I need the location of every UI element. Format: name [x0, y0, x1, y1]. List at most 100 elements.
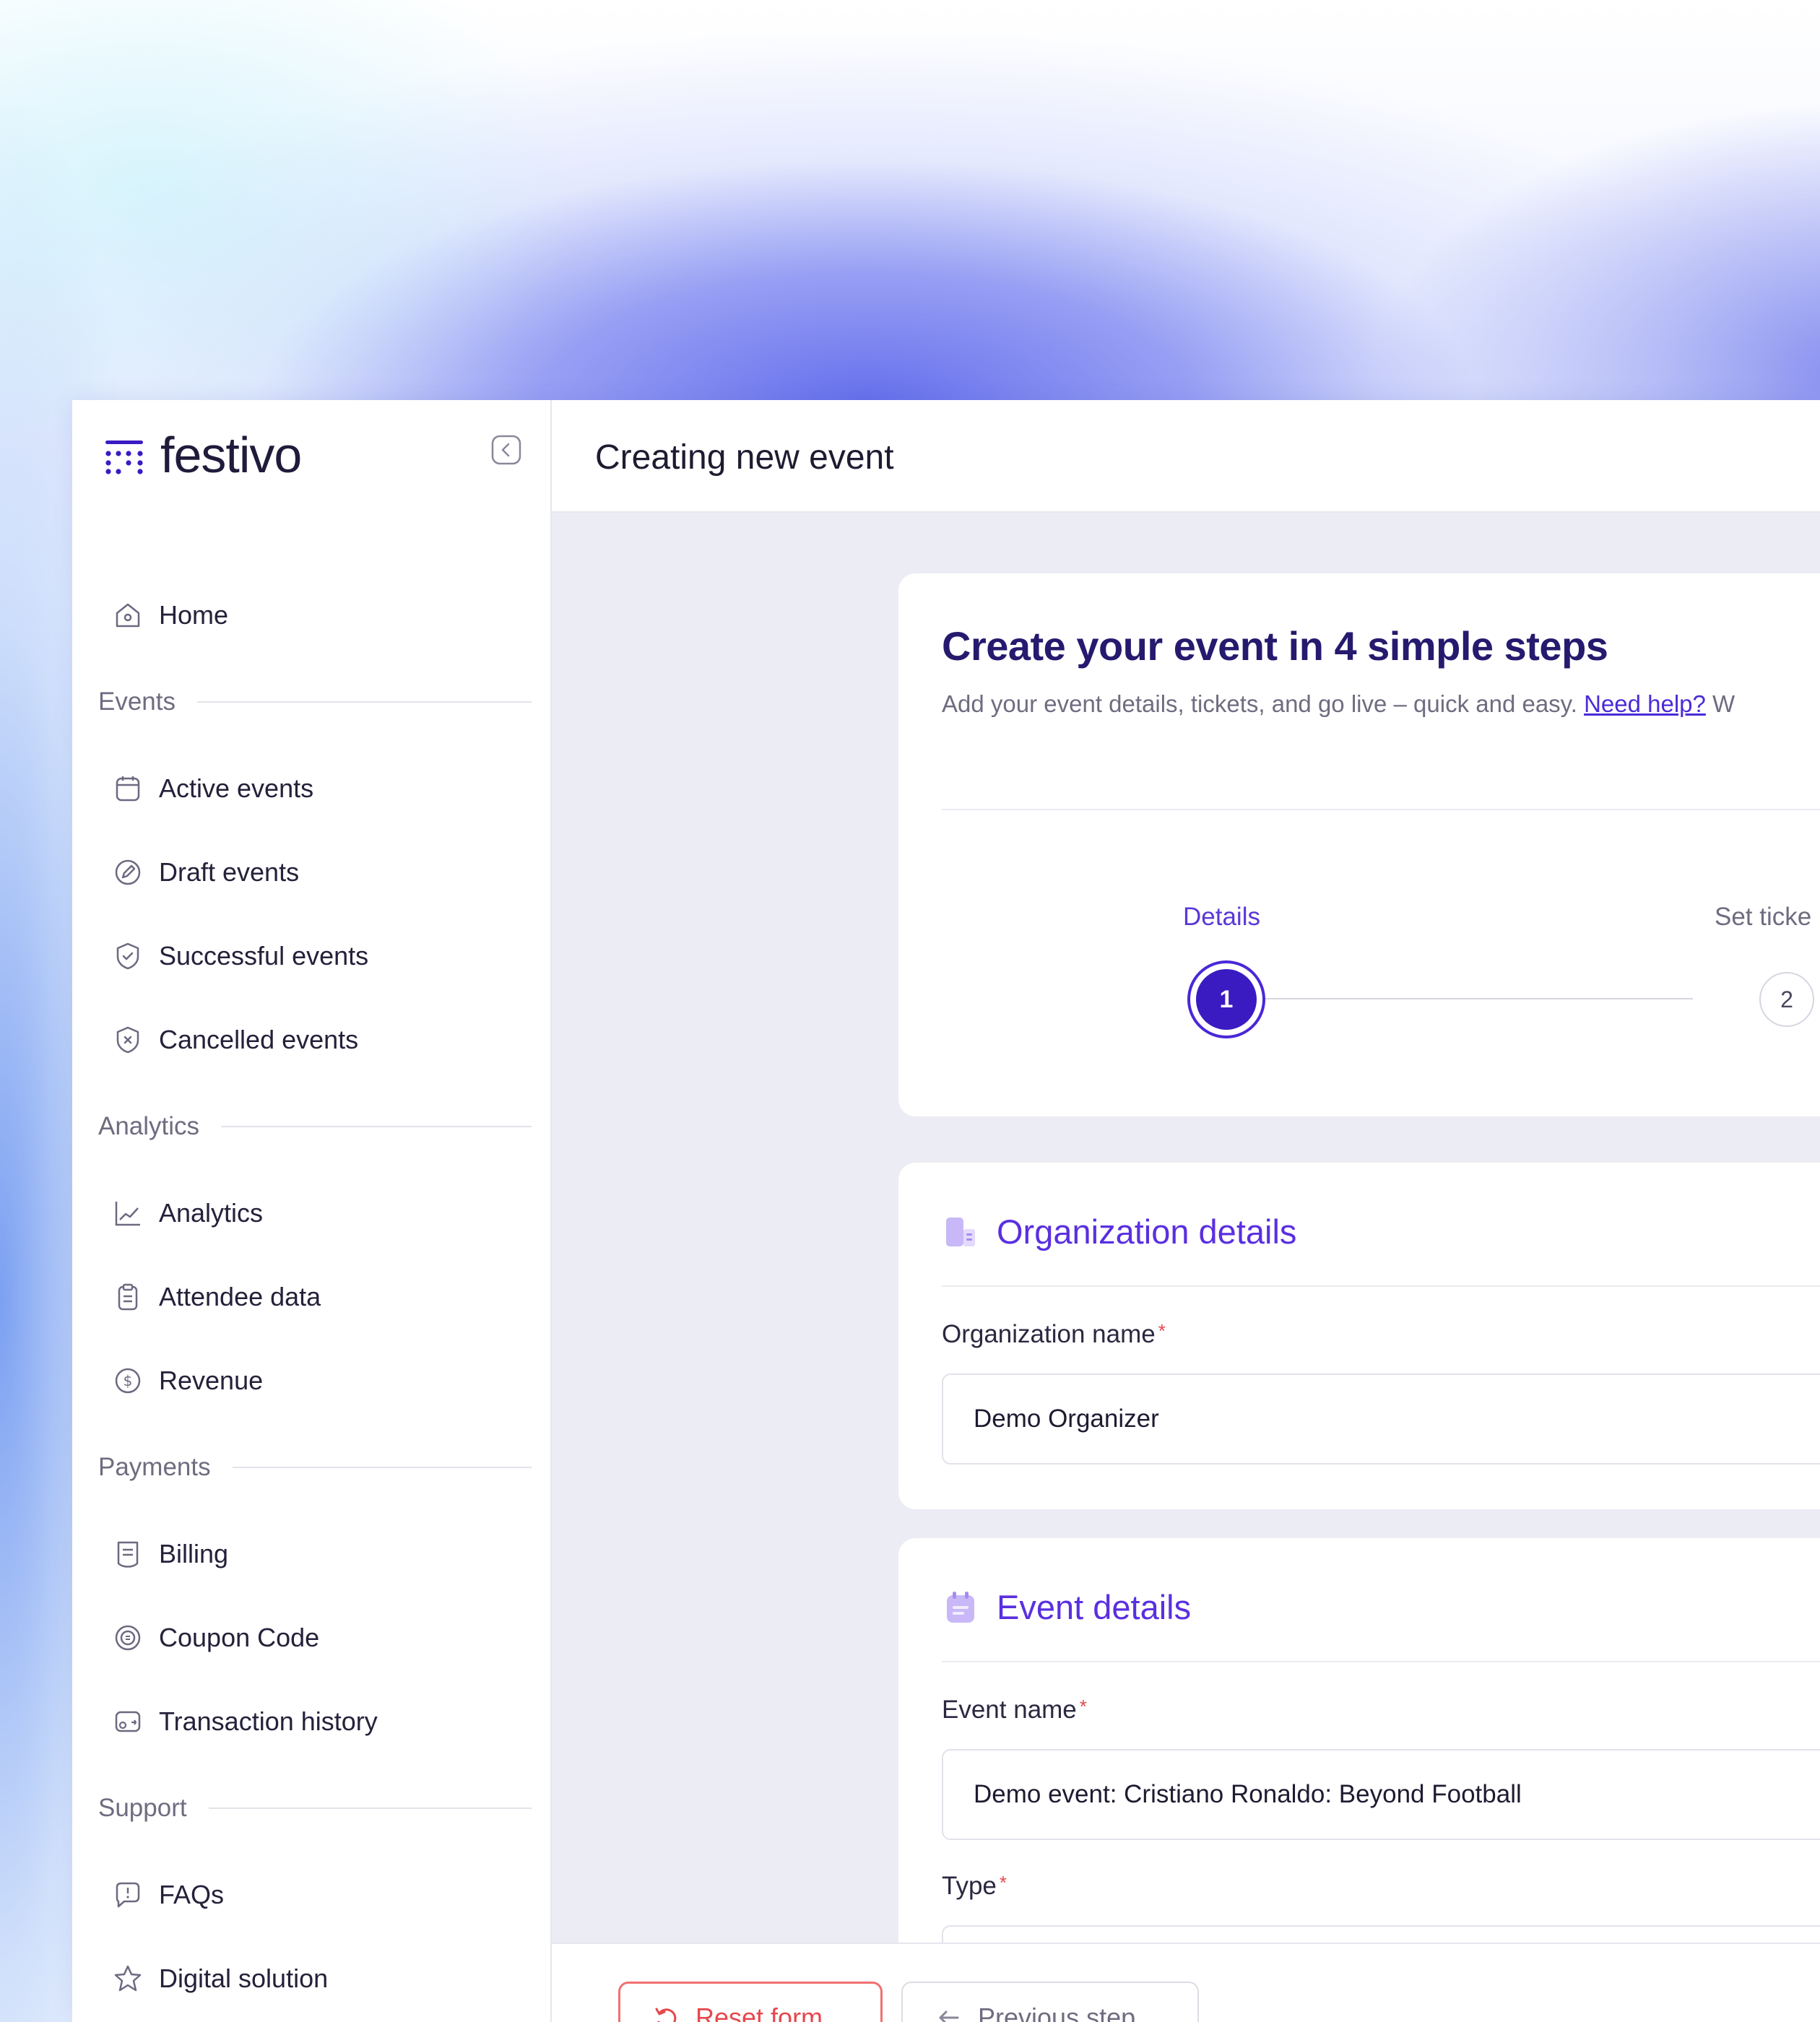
sidebar-item-label: Home — [159, 600, 229, 630]
dollar-icon: $ — [115, 1368, 141, 1394]
transaction-icon — [115, 1711, 141, 1732]
divider — [942, 1285, 1820, 1287]
event-header: Event details — [942, 1587, 1191, 1627]
required-asterisk: * — [1158, 1320, 1166, 1342]
organization-name-input[interactable]: Demo Organizer — [942, 1374, 1820, 1465]
step-1-indicator[interactable]: 1 — [1187, 960, 1265, 1038]
event-name-value: Demo event: Cristiano Ronaldo: Beyond Fo… — [974, 1780, 1522, 1808]
sidebar-item-label: Cancelled events — [159, 1025, 359, 1054]
type-label-text: Type — [942, 1872, 997, 1900]
sidebar-item-transaction-history[interactable]: Transaction history — [98, 1680, 532, 1763]
top-bar: Creating new event — [552, 400, 1820, 513]
svg-text:$: $ — [124, 1372, 133, 1389]
sidebar-item-label: Transaction history — [159, 1706, 378, 1736]
wizard-title: Create your event in 4 simple steps — [942, 623, 1608, 669]
sidebar-item-digital-solution[interactable]: Digital solution — [98, 1937, 532, 2021]
sidebar-item-faqs[interactable]: FAQs — [98, 1853, 532, 1937]
step-connector — [1260, 998, 1693, 999]
organization-name-value: Demo Organizer — [974, 1405, 1159, 1433]
nav-section-support: Support — [98, 1763, 532, 1853]
sidebar-item-active-events[interactable]: Active events — [98, 747, 532, 830]
wizard-card: Create your event in 4 simple steps Add … — [898, 573, 1820, 1116]
sidebar-nav: Home Events Active events Draft events S… — [98, 573, 532, 2021]
sidebar-item-successful-events[interactable]: Successful events — [98, 914, 532, 998]
sidebar-item-label: Analytics — [159, 1198, 264, 1228]
brand[interactable]: festivo — [104, 426, 302, 484]
required-asterisk: * — [1079, 1696, 1087, 1717]
calendar-filled-icon — [947, 1591, 974, 1623]
nav-section-payments: Payments — [98, 1423, 532, 1512]
star-icon — [114, 1965, 142, 1992]
receipt-icon — [117, 1541, 139, 1568]
sidebar-item-attendee-data[interactable]: Attendee data — [98, 1255, 532, 1339]
chat-question-icon — [116, 1882, 140, 1908]
step-label-details: Details — [1183, 903, 1260, 931]
building-icon — [946, 1217, 975, 1246]
sidebar-item-label: Coupon Code — [159, 1623, 320, 1652]
reset-form-button[interactable]: Reset form — [618, 1982, 883, 2022]
nav-section-title: Payments — [98, 1453, 211, 1481]
organization-card: Organization details Organization name * … — [898, 1163, 1820, 1509]
step-2-indicator[interactable]: 2 — [1759, 972, 1814, 1027]
sidebar-item-label: Active events — [159, 773, 314, 803]
nav-section-analytics: Analytics — [98, 1082, 532, 1171]
previous-step-label: Previous step — [978, 2003, 1136, 2022]
event-name-label-text: Event name — [942, 1696, 1077, 1724]
nav-section-title: Events — [98, 687, 176, 716]
coupon-icon — [115, 1625, 141, 1651]
pencil-icon — [115, 859, 141, 885]
divider — [208, 1808, 532, 1809]
nav-section-title: Analytics — [98, 1112, 200, 1140]
type-label: Type * — [942, 1872, 1007, 1901]
calendar-icon — [116, 776, 140, 802]
organization-title: Organization details — [997, 1212, 1297, 1251]
sidebar-item-cancelled-events[interactable]: Cancelled events — [98, 998, 532, 1082]
nav-section-events: Events — [98, 657, 532, 747]
divider — [942, 809, 1820, 810]
sidebar-item-draft-events[interactable]: Draft events — [98, 830, 532, 914]
step-1-number: 1 — [1196, 969, 1257, 1030]
clipboard-icon — [118, 1283, 138, 1311]
organization-name-label: Organization name * — [942, 1320, 1166, 1349]
arrow-left-icon — [939, 2010, 959, 2022]
sidebar-item-home[interactable]: Home — [98, 573, 532, 657]
line-chart-icon — [115, 1202, 140, 1226]
main-content: Creating new event Create your event in … — [552, 400, 1820, 2022]
collapse-sidebar-icon[interactable] — [491, 435, 521, 465]
sidebar-item-label: Revenue — [159, 1366, 264, 1395]
sidebar-item-label: FAQs — [159, 1880, 225, 1909]
reset-icon — [655, 2008, 677, 2022]
wizard-subtitle: Add your event details, tickets, and go … — [942, 690, 1735, 718]
sidebar-item-label: Draft events — [159, 857, 300, 887]
sidebar-item-label: Billing — [159, 1539, 229, 1568]
sidebar-item-analytics[interactable]: Analytics — [98, 1171, 532, 1255]
organization-name-label-text: Organization name — [942, 1320, 1156, 1348]
event-title: Event details — [997, 1588, 1192, 1626]
sidebar-item-label: Attendee data — [159, 1282, 321, 1311]
sidebar-item-billing[interactable]: Billing — [98, 1512, 532, 1596]
page-title: Creating new event — [595, 438, 894, 477]
nav-section-title: Support — [98, 1794, 187, 1822]
check-badge-icon — [116, 942, 139, 970]
reset-form-label: Reset form — [696, 2003, 823, 2022]
sidebar-item-coupon-code[interactable]: Coupon Code — [98, 1596, 532, 1680]
sidebar-item-label: Successful events — [159, 941, 369, 971]
wizard-subtitle-tail: W — [1705, 690, 1736, 717]
event-name-label: Event name * — [942, 1696, 1087, 1724]
festivo-logo-icon — [105, 441, 143, 474]
step-label-set-tickets: Set ticke — [1715, 903, 1812, 931]
cancel-badge-icon — [116, 1026, 139, 1054]
app-window: festivo Home Events Active events Draft … — [72, 400, 1820, 2022]
required-asterisk: * — [999, 1872, 1008, 1893]
event-name-input[interactable]: Demo event: Cristiano Ronaldo: Beyond Fo… — [942, 1749, 1820, 1840]
brand-name: festivo — [160, 427, 302, 483]
sidebar-item-revenue[interactable]: $ Revenue — [98, 1339, 532, 1423]
previous-step-button[interactable]: Previous step — [901, 1982, 1199, 2022]
background-tint — [0, 0, 650, 433]
organization-header: Organization details — [942, 1212, 1296, 1251]
need-help-link[interactable]: Need help? — [1584, 690, 1706, 717]
sidebar: festivo Home Events Active events Draft … — [72, 400, 552, 2022]
form-footer: Reset form Previous step — [552, 1943, 1820, 2022]
divider — [232, 1467, 532, 1468]
home-icon — [116, 603, 140, 628]
